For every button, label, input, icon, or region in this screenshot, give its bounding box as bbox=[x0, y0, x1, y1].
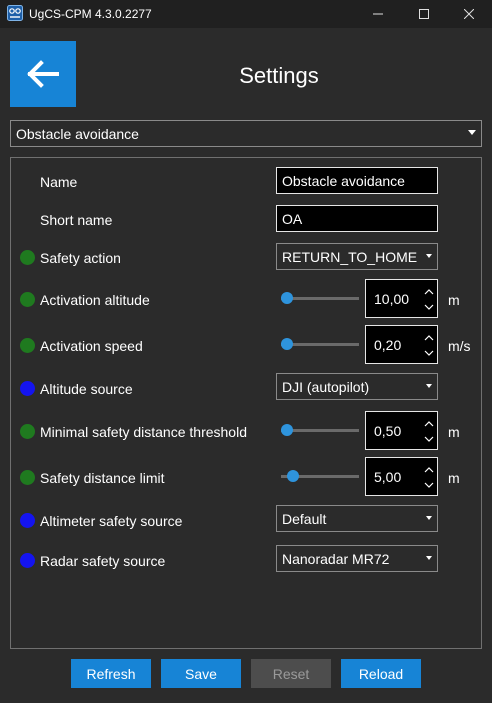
safety-action-select[interactable]: RETURN_TO_HOME bbox=[276, 243, 438, 270]
minimal-safety-distance-unit: m bbox=[448, 424, 460, 440]
close-icon bbox=[464, 9, 474, 19]
maximize-button[interactable] bbox=[401, 0, 447, 28]
safety-action-value: RETURN_TO_HOME bbox=[282, 249, 418, 265]
slider-thumb[interactable] bbox=[281, 338, 293, 350]
arrow-left-icon bbox=[27, 60, 59, 88]
status-indicator-green bbox=[20, 470, 35, 485]
activation-speed-input[interactable]: 0,20 bbox=[365, 325, 438, 364]
status-indicator-green bbox=[20, 250, 35, 265]
short-name-label: Short name bbox=[40, 212, 113, 228]
save-button[interactable]: Save bbox=[161, 659, 241, 688]
altimeter-safety-source-select[interactable]: Default bbox=[276, 505, 438, 532]
status-indicator-blue bbox=[20, 381, 35, 396]
close-button[interactable] bbox=[446, 0, 492, 28]
activation-altitude-value: 10,00 bbox=[374, 291, 410, 307]
safety-distance-limit-label: Safety distance limit bbox=[40, 470, 165, 486]
safety-distance-limit-slider[interactable] bbox=[281, 470, 359, 482]
chevron-down-icon bbox=[426, 556, 432, 560]
activation-speed-slider[interactable] bbox=[281, 338, 359, 350]
altimeter-safety-source-label: Altimeter safety source bbox=[40, 513, 183, 529]
short-name-field[interactable]: OA bbox=[276, 205, 438, 232]
chevron-down-icon bbox=[426, 254, 432, 258]
minimal-safety-distance-input[interactable]: 0,50 bbox=[365, 411, 438, 450]
slider-thumb[interactable] bbox=[281, 424, 293, 436]
profile-select[interactable]: Obstacle avoidance bbox=[10, 120, 482, 147]
status-indicator-blue bbox=[20, 553, 35, 568]
name-label: Name bbox=[40, 174, 78, 190]
activation-altitude-input[interactable]: 10,00 bbox=[365, 279, 438, 318]
activation-speed-unit: m/s bbox=[448, 338, 471, 354]
safety-action-label: Safety action bbox=[40, 250, 121, 266]
minimal-safety-distance-value: 0,50 bbox=[374, 423, 402, 439]
refresh-button[interactable]: Refresh bbox=[71, 659, 151, 688]
activation-altitude-label: Activation altitude bbox=[40, 292, 150, 308]
minimal-safety-distance-label: Minimal safety distance threshold bbox=[40, 424, 247, 440]
chevron-down-icon[interactable] bbox=[423, 481, 435, 490]
activation-speed-label: Activation speed bbox=[40, 338, 143, 354]
altitude-source-value: DJI (autopilot) bbox=[282, 379, 370, 395]
maximize-icon bbox=[419, 9, 429, 19]
slider-thumb[interactable] bbox=[281, 292, 293, 304]
reset-button: Reset bbox=[251, 659, 331, 688]
ugcs-app-icon bbox=[7, 5, 23, 21]
status-indicator-green bbox=[20, 338, 35, 353]
slider-thumb[interactable] bbox=[286, 470, 299, 482]
chevron-up-icon[interactable] bbox=[423, 419, 435, 428]
safety-distance-limit-unit: m bbox=[448, 470, 460, 486]
window-title: UgCS-CPM 4.3.0.2277 bbox=[29, 7, 152, 21]
radar-safety-source-select[interactable]: Nanoradar MR72 bbox=[276, 545, 438, 572]
back-button[interactable] bbox=[10, 41, 76, 107]
altitude-source-select[interactable]: DJI (autopilot) bbox=[276, 373, 438, 400]
profile-select-value: Obstacle avoidance bbox=[16, 126, 139, 142]
radar-safety-source-label: Radar safety source bbox=[40, 553, 166, 569]
safety-distance-limit-input[interactable]: 5,00 bbox=[365, 457, 438, 496]
chevron-up-icon[interactable] bbox=[423, 465, 435, 474]
chevron-down-icon[interactable] bbox=[423, 349, 435, 358]
activation-speed-value: 0,20 bbox=[374, 337, 402, 353]
chevron-up-icon[interactable] bbox=[423, 333, 435, 342]
altitude-source-label: Altitude source bbox=[40, 381, 133, 397]
status-indicator-blue bbox=[20, 513, 35, 528]
activation-altitude-unit: m bbox=[448, 292, 460, 308]
minimize-icon bbox=[373, 13, 383, 15]
safety-distance-limit-value: 5,00 bbox=[374, 469, 402, 485]
chevron-down-icon[interactable] bbox=[423, 435, 435, 444]
activation-altitude-slider[interactable] bbox=[281, 292, 359, 304]
reload-button[interactable]: Reload bbox=[341, 659, 421, 688]
chevron-down-icon[interactable] bbox=[423, 303, 435, 312]
minimize-button[interactable] bbox=[355, 0, 401, 28]
page-title: Settings bbox=[239, 63, 319, 88]
radar-safety-source-value: Nanoradar MR72 bbox=[282, 551, 390, 567]
chevron-up-icon[interactable] bbox=[423, 287, 435, 296]
chevron-down-icon bbox=[468, 130, 476, 135]
chevron-down-icon bbox=[426, 516, 432, 520]
altimeter-safety-source-value: Default bbox=[282, 511, 327, 527]
minimal-safety-distance-slider[interactable] bbox=[281, 424, 359, 436]
status-indicator-green bbox=[20, 424, 35, 439]
name-field[interactable]: Obstacle avoidance bbox=[276, 167, 438, 194]
chevron-down-icon bbox=[426, 384, 432, 388]
status-indicator-green bbox=[20, 292, 35, 307]
